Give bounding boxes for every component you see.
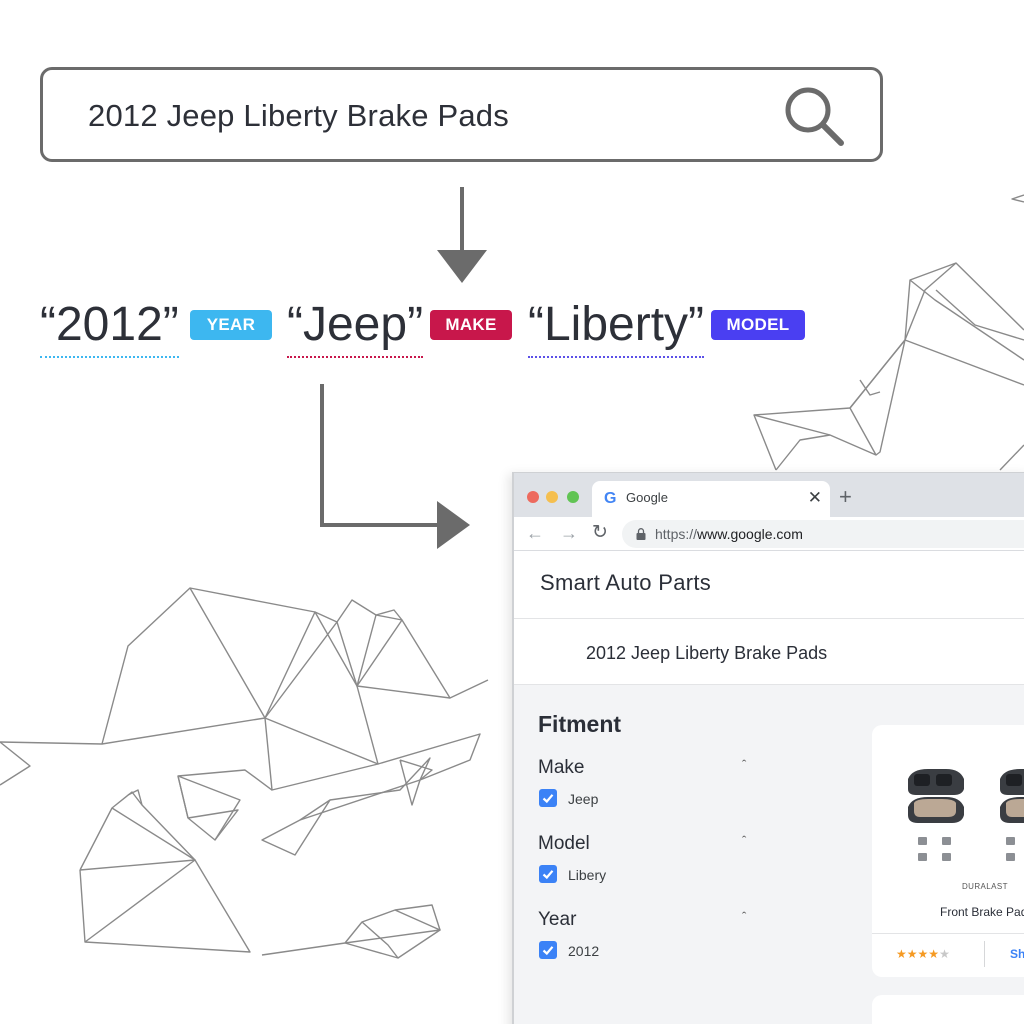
collapse-caret-icon[interactable]: ˆ [742,757,746,772]
search-query-text: 2012 Jeep Liberty Brake Pads [88,98,509,133]
product-brand: DURALAST [962,882,1008,891]
address-bar-input[interactable]: https://www.google.com [622,520,1024,548]
new-tab-icon[interactable]: + [839,484,852,510]
site-search-bar[interactable]: 2012 Jeep Liberty Brake Pads [514,619,1024,685]
token-model-text: “Liberty” [528,296,705,358]
close-window-button[interactable] [527,491,539,503]
checked-checkbox[interactable] [539,941,557,959]
tab-strip: G Google ✕ + [514,473,1024,517]
site-search-query: 2012 Jeep Liberty Brake Pads [586,643,828,663]
collapse-caret-icon[interactable]: ˆ [742,909,746,924]
facet-year: Year ˆ 2012 [538,909,758,961]
site-header: Smart Auto Parts [514,551,1024,619]
maximize-window-button[interactable] [567,491,579,503]
site-title[interactable]: Smart Auto Parts [540,570,711,596]
footer-divider [984,941,985,967]
back-arrow-icon[interactable]: ← [526,523,544,544]
star-empty-icon: ★ [939,947,950,961]
star-filled-icon: ★ [906,947,918,961]
star-filled-icon: ★ [928,947,940,961]
product-card[interactable]: DURALAST Front Brake Pad ★★★★★ Sh [872,725,1024,977]
tab-close-icon[interactable]: ✕ [808,488,822,508]
url-text: https://www.google.com [655,526,803,542]
make-badge: MAKE [430,310,512,340]
facet-option-2012[interactable]: 2012 [538,941,758,961]
star-filled-icon: ★ [896,947,907,961]
parsed-token-row: “2012” YEAR “Jeep” MAKE “Liberty” MODEL [0,296,1024,366]
facet-make: Make ˆ Jeep [538,757,758,809]
facet-option-jeep[interactable]: Jeep [538,789,758,809]
token-year-text: “2012” [40,296,179,358]
star-rating: ★★★★★ [896,947,950,961]
address-toolbar: ← → ↻ https://www.google.com [514,517,1024,551]
facet-option-libery[interactable]: Libery [538,865,758,885]
facet-model: Model ˆ Libery [538,833,758,885]
facet-option-label: 2012 [568,943,600,959]
browser-tab[interactable]: G Google ✕ [592,481,830,517]
product-card-2[interactable] [872,995,1024,1024]
facet-label: Year [538,909,577,930]
collapse-caret-icon[interactable]: ˆ [742,833,746,848]
token-make-text: “Jeep” [287,296,424,358]
star-filled-icon: ★ [917,947,929,961]
reload-icon[interactable]: ↻ [592,521,608,544]
brake-pads-product-image [908,769,1024,861]
minimize-window-button[interactable] [546,491,558,503]
url-host: www.google.com [697,526,803,542]
search-bar[interactable]: 2012 Jeep Liberty Brake Pads [40,67,883,162]
search-icon[interactable] [782,84,846,148]
lock-icon [636,528,646,540]
facet-label: Make [538,757,585,778]
forward-arrow-icon[interactable]: → [560,523,578,544]
facet-option-label: Jeep [568,791,599,807]
facet-option-label: Libery [568,867,607,883]
browser-window: G Google ✕ + ← → ↻ https://www.google.co… [512,472,1024,1024]
tab-title: Google [626,490,668,505]
card-divider [872,933,1024,934]
fitment-heading: Fitment [538,711,622,737]
product-name[interactable]: Front Brake Pad [940,905,1024,919]
year-badge: YEAR [190,310,272,340]
checked-checkbox[interactable] [539,865,557,883]
url-scheme: https:// [655,526,698,542]
checked-checkbox[interactable] [539,789,557,807]
google-favicon-icon: G [604,490,617,507]
shop-link[interactable]: Sh [1010,947,1024,961]
model-badge: MODEL [711,310,805,340]
facet-label: Model [538,833,590,854]
